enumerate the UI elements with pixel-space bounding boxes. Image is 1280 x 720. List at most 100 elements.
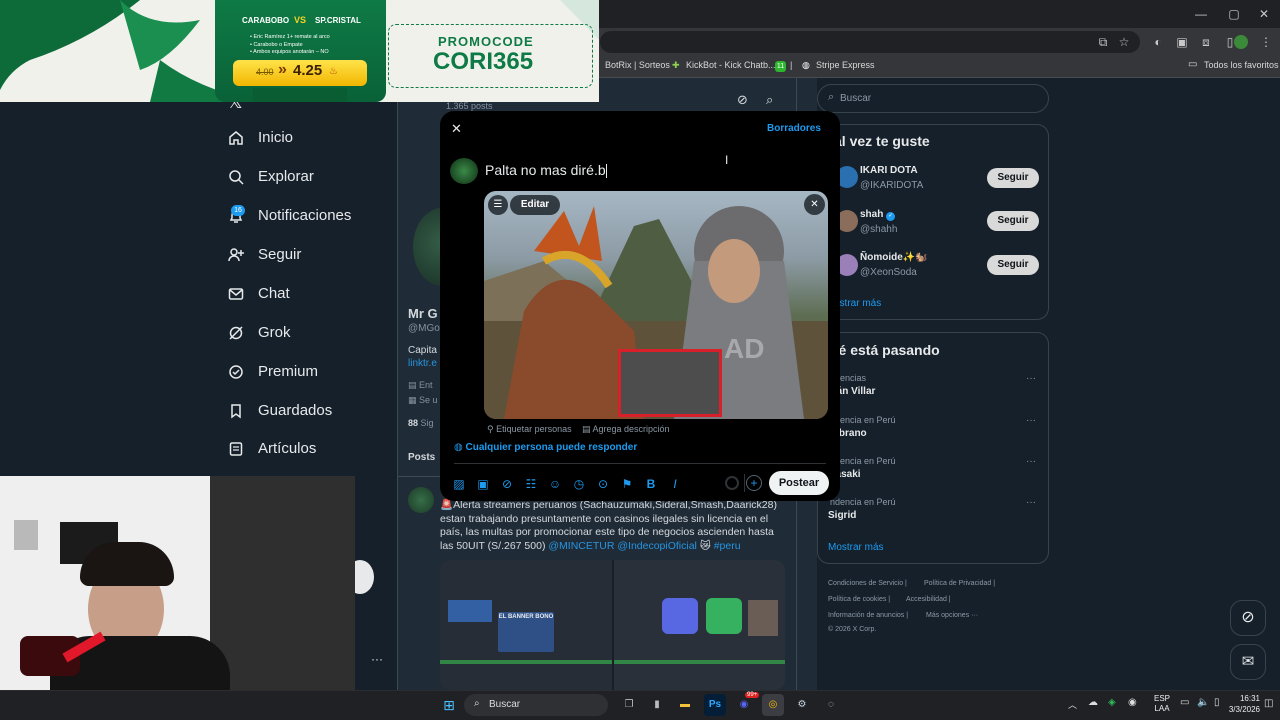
show-more-link[interactable]: ostrar más [834,298,881,309]
bookmark-botrix[interactable]: BotRix | Sorteos [605,60,670,70]
maximize-icon[interactable]: ▢ [1224,6,1244,22]
taskbar-search[interactable]: ⌕ Buscar [464,694,608,716]
kebab-menu-icon[interactable]: ⋮ [1258,34,1274,50]
sidebar-item-seguir[interactable]: Seguir [228,246,301,263]
composer-divider [454,463,826,464]
sidebar-item-articulos[interactable]: Artículos [228,440,316,457]
sidebar-item-notificaciones[interactable]: Notificaciones [228,207,351,224]
footer-link[interactable]: Más opciones ··· [926,612,978,619]
sidebar-item-inicio[interactable]: Inicio [228,129,293,146]
chevron-up-icon[interactable]: ︿ [1068,698,1077,711]
remove-image-icon[interactable]: ✕ [804,194,825,215]
add-post-icon[interactable]: + [746,475,762,491]
file-explorer-icon[interactable]: ▬ [674,694,696,716]
gif-icon[interactable]: ▣ [476,477,490,491]
sidebar-item-grok[interactable]: Grok [228,324,291,341]
star-icon[interactable]: ☆ [1116,34,1132,50]
tag-people-button[interactable]: ⚲ Etiquetar personas [487,424,572,435]
all-favorites[interactable]: Todos los favoritos [1204,60,1279,70]
description-icon: ▤ [582,424,593,434]
tray-icon[interactable]: ☁ [1088,697,1098,708]
tray-icon[interactable]: ◈ [1108,697,1116,708]
extension-icon[interactable]: ▣ [1174,34,1190,50]
profile-avatar[interactable] [1234,35,1248,49]
show-more-link[interactable]: Mostrar más [828,542,884,553]
app-icon[interactable]: ◌ [820,694,842,716]
search-input[interactable]: ⌕ Buscar [817,84,1049,113]
italic-icon[interactable]: I [668,477,682,491]
clock[interactable]: 16:31 3/3/2026 [1220,693,1260,715]
more-options-icon[interactable]: ··· [371,652,383,666]
notification-center-icon[interactable]: ◫ [1264,698,1273,709]
follow-button[interactable]: Seguir [987,168,1039,188]
messages-fab-icon[interactable]: ✉ [1230,644,1266,680]
compose-textarea[interactable]: Palta no mas diré.b [485,162,607,179]
bold-icon[interactable]: B [644,477,658,491]
task-view-icon[interactable]: ❐ [618,694,640,716]
trends-card [817,332,1049,564]
tray-icon[interactable]: ◉ [1128,697,1137,708]
webcam-overlay [0,476,355,690]
app-icon[interactable]: ▮ [646,694,668,716]
more-icon[interactable]: ··· [1026,497,1036,508]
post-button[interactable]: Postear [769,471,829,495]
add-description-button[interactable]: ▤ Agrega descripción [582,424,670,435]
sidebar-item-premium[interactable]: Premium [228,363,318,380]
footer-link[interactable]: Política de Privacidad | [924,580,995,587]
poll-icon[interactable]: ☷ [524,477,538,491]
follow-button[interactable]: Seguir [987,255,1039,275]
match-card-foot [253,88,347,102]
sidebar-item-explorar[interactable]: Explorar [228,168,314,185]
image-icon[interactable]: ▨ [452,477,466,491]
ad-banner: CARABOBO VS SP.CRISTAL • Eric Ramírez 1+… [0,0,599,102]
more-icon[interactable]: ··· [1026,415,1036,426]
battery-icon[interactable]: ▯ [1214,697,1220,708]
footer-link[interactable]: Información de anuncios | [828,612,908,619]
footer-link[interactable]: Condiciones de Servicio | [828,580,907,587]
close-icon[interactable]: ✕ [451,121,462,137]
volume-icon[interactable]: 🔈 [1197,697,1209,708]
suggest-name: shah ✓ [860,209,896,221]
suggest-handle: @XeonSoda [860,267,917,278]
follow-button[interactable]: Seguir [987,211,1039,231]
minimize-icon[interactable]: — [1191,6,1211,22]
grok-icon[interactable]: ⊘ [500,477,514,491]
old-odds: 4.00 [256,67,274,77]
photoshop-icon[interactable]: Ps [704,694,726,716]
menu-icon[interactable]: ☰ [488,195,508,215]
sidebar-item-label: Inicio [258,129,294,146]
bookmark-kickbot[interactable]: KickBot - Kick Chatb... [686,60,776,70]
language-indicator[interactable]: ESP LAA [1154,694,1170,714]
ad-bullet: • Carabobo o Empate [250,41,303,48]
chrome-icon[interactable]: ◎ [762,694,784,716]
sidebar-item-chat[interactable]: Chat [228,285,290,302]
trend-name[interactable]: Sigrid [828,510,856,521]
suggest-name: Ñomoide✨🐿️ [860,252,928,263]
drafts-link[interactable]: Borradores [767,123,821,134]
compose-text: Palta no mas diré.b [485,162,606,178]
display-icon[interactable]: ▭ [1180,697,1189,708]
address-bar[interactable] [600,31,1140,53]
reply-setting-button[interactable]: ◍ Cualquier persona puede responder [454,442,637,453]
steam-icon[interactable]: ⚙ [791,694,813,716]
bookmark-stripe[interactable]: Stripe Express [816,60,875,70]
edit-image-button[interactable]: Editar [510,195,560,215]
footer-link[interactable]: Política de cookies | [828,596,890,603]
puzzle-icon[interactable]: ⧈ [1198,34,1214,50]
emoji-icon[interactable]: ☺ [548,477,562,491]
location-icon[interactable]: ⊙ [596,477,610,491]
sidebar-item-guardados[interactable]: Guardados [228,402,332,419]
attached-image[interactable]: AD ☰ Editar ✕ [484,191,828,419]
grok-fab-icon[interactable]: ⊘ [1230,600,1266,636]
bookmark-11[interactable]: 11 [775,61,786,72]
schedule-icon[interactable]: ◷ [572,477,586,491]
more-icon[interactable]: ··· [1026,373,1036,384]
more-icon[interactable]: ··· [1026,456,1036,467]
extension-shield-icon[interactable]: ◐ [1150,34,1166,50]
windows-start-icon[interactable]: ⊞ [438,694,460,716]
close-window-icon[interactable]: ✕ [1254,6,1274,22]
footer-link[interactable]: Accesibilidad | [906,596,951,603]
cast-icon[interactable]: ⧉ [1095,34,1111,50]
composer-avatar [450,158,478,184]
flag-icon[interactable]: ⚑ [620,477,634,491]
